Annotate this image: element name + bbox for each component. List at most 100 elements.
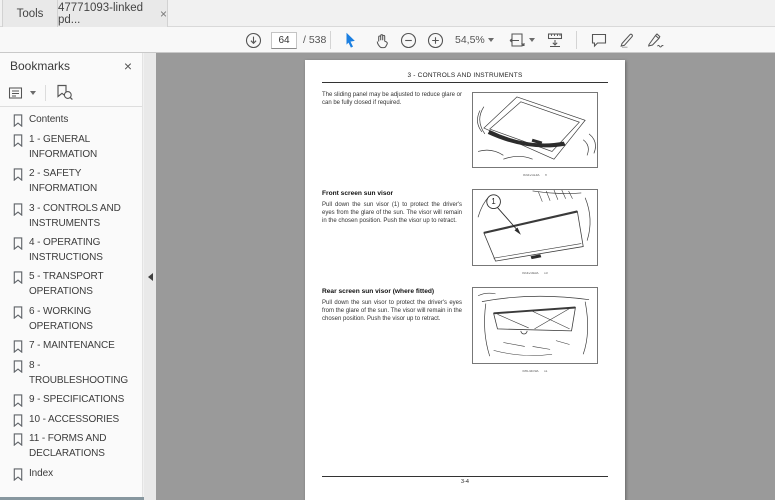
content-row-sliding-panel: The sliding panel may be adjusted to red…	[322, 92, 608, 180]
zoom-level-value: 54,5%	[455, 34, 485, 46]
bookmark-item-index[interactable]: Index	[0, 464, 142, 484]
bookmark-item-specifications[interactable]: 9 - SPECIFICATIONS	[0, 391, 142, 411]
highlighter-pencil-icon	[620, 33, 633, 48]
bookmark-label: 5 - TRANSPORT OPERATIONS	[29, 271, 104, 298]
fill-sign-button[interactable]	[646, 27, 665, 53]
bookmark-item-safety-information[interactable]: 2 - SAFETY INFORMATION	[0, 165, 142, 199]
fit-page-icon	[509, 33, 525, 47]
bookmark-item-operating-instructions[interactable]: 4 - OPERATING INSTRUCTIONS	[0, 234, 142, 268]
footer-rule	[322, 476, 608, 477]
chevron-down-icon	[488, 38, 494, 42]
bookmark-item-accessories[interactable]: 10 - ACCESSORIES	[0, 410, 142, 430]
bookmark-label: Index	[29, 467, 53, 479]
rear-visor-paragraph: Pull down the sun visor to protect the d…	[322, 300, 462, 322]
figure-number: 11	[544, 370, 548, 374]
bookmark-item-transport-operations[interactable]: 5 - TRANSPORT OPERATIONS	[0, 268, 142, 302]
figure-number: 9	[544, 174, 547, 178]
bookmark-item-maintenance[interactable]: 7 - MAINTENANCE	[0, 337, 142, 357]
figure-roof-panel	[472, 92, 598, 168]
content-row-rear-visor: Rear screen sun visor (where fitted) Pul…	[322, 287, 608, 376]
bookmarks-toolbar	[0, 79, 142, 107]
bookmark-icon	[13, 237, 23, 251]
bookmarks-panel: Bookmarks × Contents 1 - GENERAL INFORMA…	[0, 53, 155, 500]
page-footer: 3-4	[322, 476, 608, 485]
document-viewer[interactable]: 3 - CONTROLS AND INSTRUMENTS The sliding…	[156, 53, 775, 500]
bookmark-icon	[13, 168, 23, 182]
bookmark-icon	[13, 360, 23, 373]
bookmark-list: Contents 1 - GENERAL INFORMATION 2 - SAF…	[0, 107, 142, 484]
figure-rear-visor	[472, 287, 598, 364]
divider	[45, 84, 46, 101]
fill-sign-pen-icon	[648, 33, 664, 48]
bookmark-item-working-operations[interactable]: 6 - WORKING OPERATIONS	[0, 302, 142, 336]
figure-caption: BSE2362A 10	[500, 272, 569, 275]
bookmark-icon	[13, 306, 23, 319]
main-area: Bookmarks × Contents 1 - GENERAL INFORMA…	[0, 53, 775, 500]
figure-number: 10	[543, 272, 548, 276]
bookmark-icon	[13, 271, 23, 285]
bookmark-icon	[13, 468, 23, 481]
hand-tool-icon	[376, 33, 388, 48]
bookmark-label: 3 - CONTROLS AND INSTRUMENTS	[29, 202, 121, 229]
bookmark-icon	[13, 394, 23, 408]
figure-front-visor: 1	[472, 189, 598, 266]
header-rule	[322, 82, 608, 83]
figure-code: BSE2313A	[523, 174, 540, 178]
zoom-in-button[interactable]	[427, 27, 444, 53]
section-heading-rear-visor: Rear screen sun visor (where fitted)	[322, 288, 435, 295]
content-row-front-visor: Front screen sun visor Pull down the sun…	[322, 189, 608, 278]
bookmark-item-troubleshooting[interactable]: 8 - TROUBLESHOOTING	[0, 356, 142, 390]
bookmarks-close-icon[interactable]: ×	[124, 58, 132, 74]
zoom-dropdown-caret[interactable]	[488, 27, 494, 53]
toolbar-divider	[576, 31, 577, 49]
bookmark-label: 1 - GENERAL INFORMATION	[29, 133, 98, 160]
bookmark-label: 6 - WORKING OPERATIONS	[29, 305, 93, 332]
bookmark-item-general-information[interactable]: 1 - GENERAL INFORMATION	[0, 131, 142, 165]
download-icon	[245, 32, 262, 48]
bookmark-label: 7 - MAINTENANCE	[29, 340, 115, 352]
tab-bar: Tools 47771093-linked pd... ×	[0, 0, 775, 27]
page-width-icon	[547, 33, 563, 48]
fit-page-caret[interactable]	[529, 27, 535, 53]
hand-tool-button[interactable]	[374, 27, 391, 53]
download-button[interactable]	[245, 27, 262, 53]
tab-tools-label: Tools	[16, 7, 44, 20]
tab-close-icon[interactable]: ×	[160, 8, 167, 20]
select-tool-button[interactable]	[342, 27, 359, 53]
page-width-button[interactable]	[546, 27, 564, 53]
bookmark-item-controls-and-instruments[interactable]: 3 - CONTROLS AND INSTRUMENTS	[0, 199, 142, 233]
bookmark-icon	[13, 114, 23, 128]
intro-paragraph: The sliding panel may be adjusted to red…	[322, 92, 462, 106]
figure-caption: BSE2313A 9	[500, 174, 569, 177]
bookmark-label: 8 - TROUBLESHOOTING	[29, 359, 129, 386]
tab-document[interactable]: 47771093-linked pd... ×	[58, 0, 168, 27]
page-number-input[interactable]	[271, 31, 297, 49]
zoom-out-button[interactable]	[400, 27, 417, 53]
zoom-level-dropdown[interactable]: 54,5%	[455, 27, 485, 53]
comment-button[interactable]	[590, 27, 608, 53]
bookmark-label: Contents	[29, 114, 69, 126]
pdf-page: 3 - CONTROLS AND INSTRUMENTS The sliding…	[305, 60, 625, 500]
bookmark-label: 10 - ACCESSORIES	[29, 413, 120, 425]
bookmark-icon	[13, 433, 23, 447]
figure-code: BRL4876A	[522, 370, 539, 374]
callout-number: 1	[491, 197, 495, 206]
bookmark-item-forms-and-declarations[interactable]: 11 - FORMS AND DECLARATIONS	[0, 430, 142, 464]
fit-page-button[interactable]	[508, 27, 526, 53]
chevron-down-icon[interactable]	[30, 90, 36, 95]
bookmarks-title: Bookmarks	[10, 59, 71, 73]
bookmark-item-contents[interactable]: Contents	[0, 111, 142, 131]
section-heading-front-visor: Front screen sun visor	[322, 190, 394, 197]
toolbar-divider	[330, 31, 331, 49]
figure-caption: BRL4876A 11	[500, 370, 569, 373]
tab-tools[interactable]: Tools	[2, 0, 58, 27]
zoom-in-icon	[427, 32, 444, 48]
panel-collapse-strip[interactable]	[144, 53, 156, 500]
chevron-down-icon	[529, 38, 535, 42]
bookmark-icon	[13, 134, 23, 147]
bookmark-options-icon[interactable]	[8, 85, 24, 101]
highlight-button[interactable]	[618, 27, 636, 53]
find-current-bookmark-icon[interactable]	[55, 84, 74, 101]
page-header: 3 - CONTROLS AND INSTRUMENTS	[407, 72, 523, 79]
page-total-label: / 538	[303, 34, 327, 46]
